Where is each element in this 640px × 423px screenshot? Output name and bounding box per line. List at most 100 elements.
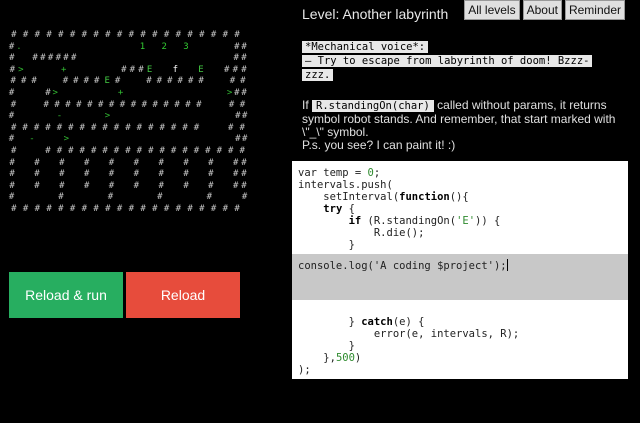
maze-cell bbox=[59, 88, 66, 100]
maze-cell: # bbox=[93, 203, 99, 214]
maze-cell bbox=[124, 88, 131, 100]
maze-cell bbox=[192, 192, 199, 204]
maze-cell bbox=[188, 65, 197, 77]
maze-cell bbox=[190, 42, 197, 54]
maze-cell bbox=[215, 169, 223, 181]
maze-cell bbox=[215, 181, 223, 193]
maze-cell bbox=[83, 134, 90, 146]
user-code-line[interactable]: console.log('A coding $project'); bbox=[298, 260, 507, 272]
maze-cell bbox=[193, 111, 200, 123]
maze-cell: # bbox=[59, 169, 65, 180]
maze-cell bbox=[223, 181, 231, 193]
maze-cell: # bbox=[43, 99, 49, 110]
maze-cell bbox=[197, 88, 204, 100]
maze-cell bbox=[85, 53, 93, 65]
maze-cell bbox=[74, 181, 82, 193]
maze-cell: f bbox=[172, 64, 178, 75]
maze-cell bbox=[225, 53, 233, 65]
maze-cell bbox=[102, 65, 111, 77]
maze-cell bbox=[91, 158, 99, 170]
maze-cell: # bbox=[140, 203, 146, 214]
maze-cell bbox=[102, 42, 109, 54]
maze-cell: > bbox=[52, 87, 58, 98]
about-button[interactable]: About bbox=[522, 0, 562, 20]
maze-cell: # bbox=[210, 203, 217, 214]
maze-cell bbox=[124, 53, 132, 65]
maze-cell bbox=[178, 53, 186, 65]
maze-cell: # bbox=[128, 203, 135, 214]
maze-cell: # bbox=[59, 180, 65, 191]
maze-cell: # bbox=[183, 169, 189, 180]
maze-cell bbox=[170, 53, 178, 65]
maze-cell bbox=[59, 42, 66, 54]
maze-cell: # bbox=[130, 99, 137, 110]
maze-cell bbox=[52, 42, 59, 54]
maze-cell bbox=[121, 192, 128, 204]
maze-cell bbox=[23, 88, 30, 100]
maze-cell: # bbox=[152, 99, 158, 110]
maze-cell bbox=[186, 53, 194, 65]
maze-cell bbox=[207, 111, 214, 123]
maze-cell bbox=[116, 53, 124, 65]
maze-cell: # bbox=[187, 76, 194, 87]
maze-cell: # bbox=[34, 203, 41, 214]
maze-cell: # bbox=[216, 145, 223, 156]
user-code-area[interactable]: console.log('A coding $project'); bbox=[292, 254, 628, 300]
maze-cell bbox=[63, 111, 70, 123]
maze-cell: # bbox=[45, 87, 51, 98]
maze-cell: # bbox=[8, 134, 15, 145]
maze-cell bbox=[175, 42, 182, 54]
reload-button[interactable]: Reload bbox=[126, 272, 240, 318]
all-levels-button[interactable]: All levels bbox=[464, 0, 520, 20]
maze-cell bbox=[78, 53, 86, 65]
maze-cell: # bbox=[241, 53, 247, 64]
reminder-button[interactable]: Reminder bbox=[564, 0, 625, 20]
maze-cell: # bbox=[102, 122, 108, 133]
maze-cell bbox=[70, 111, 77, 123]
maze-cell: # bbox=[59, 157, 65, 168]
code-head: var temp = 0; intervals.push( setInterva… bbox=[298, 167, 501, 251]
maze-cell: # bbox=[175, 203, 182, 214]
maze-cell: # bbox=[34, 30, 41, 40]
maze-cell: # bbox=[239, 99, 246, 110]
speech-line-1: — Try to escape from labyrinth of doom! … bbox=[302, 55, 593, 67]
maze-cell bbox=[179, 111, 186, 123]
maze-cell: # bbox=[182, 122, 188, 133]
maze-cell bbox=[223, 158, 231, 170]
maze-cell bbox=[30, 100, 41, 112]
maze-cell: # bbox=[71, 53, 77, 64]
maze-cell bbox=[207, 134, 214, 146]
maze-cell: # bbox=[136, 145, 143, 156]
maze-cell bbox=[35, 134, 42, 146]
maze-cell: # bbox=[83, 157, 90, 168]
maze-cell: # bbox=[108, 157, 115, 168]
maze-cell bbox=[77, 134, 84, 146]
maze-row: # # # # # # bbox=[8, 192, 248, 204]
maze-cell: # bbox=[163, 30, 170, 40]
maze-cell: # bbox=[55, 53, 61, 64]
maze-cell bbox=[163, 192, 170, 204]
maze-cell: # bbox=[241, 134, 248, 145]
reload-and-run-button[interactable]: Reload & run bbox=[9, 272, 123, 318]
maze-cell: # bbox=[125, 145, 131, 156]
maze-cell bbox=[149, 181, 157, 193]
maze-cell bbox=[205, 65, 214, 77]
maze-row: # # # # # # # # # # # # # # # # # # # bbox=[8, 146, 248, 158]
maze-cell bbox=[104, 134, 111, 146]
maze-cell bbox=[49, 111, 56, 123]
maze-cell: # bbox=[34, 169, 40, 180]
maze-cell bbox=[116, 169, 124, 181]
maze-cell bbox=[72, 192, 79, 204]
maze-cell: # bbox=[58, 203, 64, 214]
maze-cell: # bbox=[125, 122, 131, 133]
maze-cell bbox=[226, 42, 233, 54]
maze-cell bbox=[159, 134, 166, 146]
maze-cell: # bbox=[222, 203, 229, 214]
maze-cell bbox=[81, 42, 88, 54]
maze-cell: # bbox=[233, 169, 239, 180]
maze-cell: # bbox=[116, 203, 123, 214]
maze-cell: # bbox=[222, 30, 229, 40]
maze-cell bbox=[139, 88, 146, 100]
maze-cell bbox=[228, 134, 235, 146]
maze-cell: # bbox=[56, 122, 63, 133]
